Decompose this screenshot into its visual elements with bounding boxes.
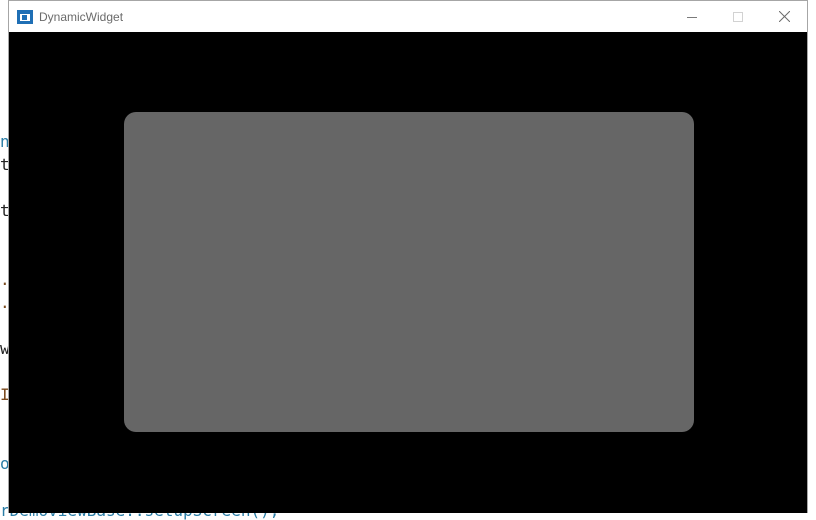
client-area [9,32,807,513]
maximize-button[interactable] [715,1,761,32]
app-icon [17,9,33,24]
minimize-icon [687,16,697,18]
window-controls [669,1,807,32]
window-title: DynamicWidget [39,9,124,24]
title-bar[interactable]: DynamicWidget [9,1,807,32]
dynamic-widget-panel[interactable] [124,112,694,432]
close-icon [778,11,790,22]
app-window: DynamicWidget [8,0,808,513]
maximize-icon [733,11,743,22]
minimize-button[interactable] [669,1,715,32]
close-button[interactable] [761,1,807,32]
